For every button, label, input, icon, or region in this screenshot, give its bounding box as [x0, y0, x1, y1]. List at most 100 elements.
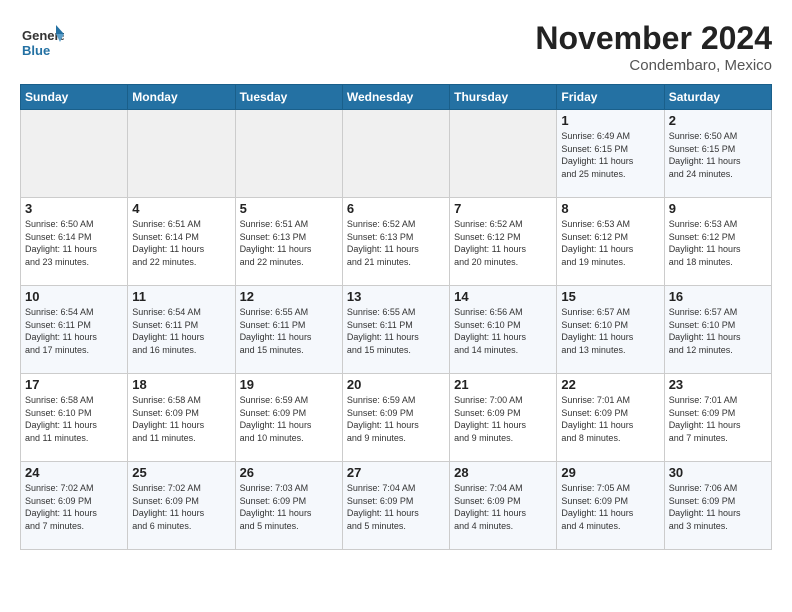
day-number: 10 — [25, 289, 123, 304]
cell-info: Sunrise: 6:54 AM Sunset: 6:11 PM Dayligh… — [25, 306, 123, 356]
header-saturday: Saturday — [664, 85, 771, 110]
day-number: 12 — [240, 289, 338, 304]
calendar-cell — [128, 110, 235, 198]
calendar-cell: 26 Sunrise: 7:03 AM Sunset: 6:09 PM Dayli… — [235, 462, 342, 550]
calendar-cell: 7 Sunrise: 6:52 AM Sunset: 6:12 PM Daylig… — [450, 198, 557, 286]
day-number: 29 — [561, 465, 659, 480]
day-number: 23 — [669, 377, 767, 392]
page-header: General Blue November 2024 Condembaro, M… — [20, 20, 772, 74]
cell-info: Sunrise: 7:04 AM Sunset: 6:09 PM Dayligh… — [347, 482, 445, 532]
calendar-header-row: SundayMondayTuesdayWednesdayThursdayFrid… — [21, 85, 772, 110]
header-friday: Friday — [557, 85, 664, 110]
cell-info: Sunrise: 6:59 AM Sunset: 6:09 PM Dayligh… — [240, 394, 338, 444]
calendar-cell: 6Sunrise: 6:52 AM Sunset: 6:13 PM Daylig… — [342, 198, 449, 286]
cell-info: Sunrise: 7:03 AM Sunset: 6:09 PM Dayligh… — [240, 482, 338, 532]
calendar-cell: 18Sunrise: 6:58 AM Sunset: 6:09 PM Dayli… — [128, 374, 235, 462]
calendar-cell: 11 Sunrise: 6:54 AM Sunset: 6:11 PM Dayli… — [128, 286, 235, 374]
calendar-cell: 27 Sunrise: 7:04 AM Sunset: 6:09 PM Dayli… — [342, 462, 449, 550]
cell-info: Sunrise: 7:06 AM Sunset: 6:09 PM Dayligh… — [669, 482, 767, 532]
cell-info: Sunrise: 6:55 AM Sunset: 6:11 PM Dayligh… — [347, 306, 445, 356]
day-number: 28 — [454, 465, 552, 480]
calendar-cell — [342, 110, 449, 198]
calendar-cell: 17 Sunrise: 6:58 AM Sunset: 6:10 PM Dayli… — [21, 374, 128, 462]
day-number: 26 — [240, 465, 338, 480]
day-number: 14 — [454, 289, 552, 304]
day-number: 9 — [669, 201, 767, 216]
cell-info: Sunrise: 6:58 AM Sunset: 6:09 PM Dayligh… — [132, 394, 230, 444]
day-number: 3 — [25, 201, 123, 216]
calendar-week-3: 10 Sunrise: 6:54 AM Sunset: 6:11 PM Dayli… — [21, 286, 772, 374]
calendar-cell: 30 Sunrise: 7:06 AM Sunset: 6:09 PM Dayli… — [664, 462, 771, 550]
calendar-cell: 24 Sunrise: 7:02 AM Sunset: 6:09 PM Dayli… — [21, 462, 128, 550]
calendar-cell — [235, 110, 342, 198]
day-number: 19 — [240, 377, 338, 392]
cell-info: Sunrise: 7:02 AM Sunset: 6:09 PM Dayligh… — [25, 482, 123, 532]
cell-info: Sunrise: 6:58 AM Sunset: 6:10 PM Dayligh… — [25, 394, 123, 444]
cell-info: Sunrise: 7:05 AM Sunset: 6:09 PM Dayligh… — [561, 482, 659, 532]
calendar-cell: 14 Sunrise: 6:56 AM Sunset: 6:10 PM Dayli… — [450, 286, 557, 374]
cell-info: Sunrise: 7:01 AM Sunset: 6:09 PM Dayligh… — [669, 394, 767, 444]
logo: General Blue — [20, 20, 64, 64]
cell-info: Sunrise: 6:59 AM Sunset: 6:09 PM Dayligh… — [347, 394, 445, 444]
day-number: 17 — [25, 377, 123, 392]
calendar-cell — [21, 110, 128, 198]
day-number: 22 — [561, 377, 659, 392]
day-number: 30 — [669, 465, 767, 480]
logo-svg: General Blue — [20, 20, 64, 64]
cell-info: Sunrise: 7:01 AM Sunset: 6:09 PM Dayligh… — [561, 394, 659, 444]
month-title: November 2024 — [535, 20, 772, 57]
day-number: 15 — [561, 289, 659, 304]
cell-info: Sunrise: 6:49 AM Sunset: 6:15 PM Dayligh… — [561, 130, 659, 180]
calendar-cell: 8 Sunrise: 6:53 AM Sunset: 6:12 PM Daylig… — [557, 198, 664, 286]
calendar-table: SundayMondayTuesdayWednesdayThursdayFrid… — [20, 84, 772, 550]
calendar-week-2: 3 Sunrise: 6:50 AM Sunset: 6:14 PM Daylig… — [21, 198, 772, 286]
cell-info: Sunrise: 7:00 AM Sunset: 6:09 PM Dayligh… — [454, 394, 552, 444]
header-tuesday: Tuesday — [235, 85, 342, 110]
calendar-cell: 2Sunrise: 6:50 AM Sunset: 6:15 PM Daylig… — [664, 110, 771, 198]
day-number: 11 — [132, 289, 230, 304]
calendar-cell: 25Sunrise: 7:02 AM Sunset: 6:09 PM Dayli… — [128, 462, 235, 550]
cell-info: Sunrise: 6:55 AM Sunset: 6:11 PM Dayligh… — [240, 306, 338, 356]
day-number: 24 — [25, 465, 123, 480]
cell-info: Sunrise: 6:53 AM Sunset: 6:12 PM Dayligh… — [561, 218, 659, 268]
cell-info: Sunrise: 7:02 AM Sunset: 6:09 PM Dayligh… — [132, 482, 230, 532]
cell-info: Sunrise: 6:53 AM Sunset: 6:12 PM Dayligh… — [669, 218, 767, 268]
cell-info: Sunrise: 7:04 AM Sunset: 6:09 PM Dayligh… — [454, 482, 552, 532]
calendar-cell: 20 Sunrise: 6:59 AM Sunset: 6:09 PM Dayli… — [342, 374, 449, 462]
calendar-cell: 12 Sunrise: 6:55 AM Sunset: 6:11 PM Dayli… — [235, 286, 342, 374]
day-number: 8 — [561, 201, 659, 216]
calendar-cell: 15 Sunrise: 6:57 AM Sunset: 6:10 PM Dayli… — [557, 286, 664, 374]
calendar-week-1: 1 Sunrise: 6:49 AM Sunset: 6:15 PM Daylig… — [21, 110, 772, 198]
calendar-cell: 21 Sunrise: 7:00 AM Sunset: 6:09 PM Dayli… — [450, 374, 557, 462]
calendar-cell: 29 Sunrise: 7:05 AM Sunset: 6:09 PM Dayli… — [557, 462, 664, 550]
calendar-cell: 9 Sunrise: 6:53 AM Sunset: 6:12 PM Daylig… — [664, 198, 771, 286]
day-number: 7 — [454, 201, 552, 216]
day-number: 2 — [669, 113, 767, 128]
calendar-cell: 4Sunrise: 6:51 AM Sunset: 6:14 PM Daylig… — [128, 198, 235, 286]
day-number: 20 — [347, 377, 445, 392]
calendar-cell: 1 Sunrise: 6:49 AM Sunset: 6:15 PM Daylig… — [557, 110, 664, 198]
calendar-week-4: 17 Sunrise: 6:58 AM Sunset: 6:10 PM Dayli… — [21, 374, 772, 462]
calendar-cell: 28 Sunrise: 7:04 AM Sunset: 6:09 PM Dayli… — [450, 462, 557, 550]
day-number: 13 — [347, 289, 445, 304]
calendar-cell: 22 Sunrise: 7:01 AM Sunset: 6:09 PM Dayli… — [557, 374, 664, 462]
svg-text:Blue: Blue — [22, 43, 50, 58]
day-number: 6 — [347, 201, 445, 216]
cell-info: Sunrise: 6:57 AM Sunset: 6:10 PM Dayligh… — [561, 306, 659, 356]
calendar-cell: 5Sunrise: 6:51 AM Sunset: 6:13 PM Daylig… — [235, 198, 342, 286]
cell-info: Sunrise: 6:56 AM Sunset: 6:10 PM Dayligh… — [454, 306, 552, 356]
cell-info: Sunrise: 6:54 AM Sunset: 6:11 PM Dayligh… — [132, 306, 230, 356]
cell-info: Sunrise: 6:57 AM Sunset: 6:10 PM Dayligh… — [669, 306, 767, 356]
cell-info: Sunrise: 6:52 AM Sunset: 6:12 PM Dayligh… — [454, 218, 552, 268]
calendar-cell: 3 Sunrise: 6:50 AM Sunset: 6:14 PM Daylig… — [21, 198, 128, 286]
day-number: 5 — [240, 201, 338, 216]
header-monday: Monday — [128, 85, 235, 110]
day-number: 1 — [561, 113, 659, 128]
cell-info: Sunrise: 6:50 AM Sunset: 6:14 PM Dayligh… — [25, 218, 123, 268]
calendar-cell: 16Sunrise: 6:57 AM Sunset: 6:10 PM Dayli… — [664, 286, 771, 374]
calendar-week-5: 24 Sunrise: 7:02 AM Sunset: 6:09 PM Dayli… — [21, 462, 772, 550]
day-number: 27 — [347, 465, 445, 480]
calendar-cell: 10 Sunrise: 6:54 AM Sunset: 6:11 PM Dayli… — [21, 286, 128, 374]
day-number: 21 — [454, 377, 552, 392]
location: Condembaro, Mexico — [535, 57, 772, 74]
